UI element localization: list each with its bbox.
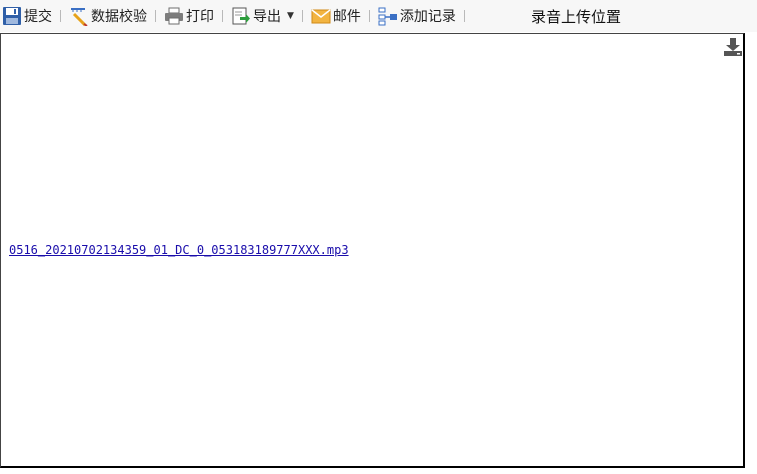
print-button[interactable]: 打印 bbox=[164, 3, 214, 29]
chevron-down-icon: ▼ bbox=[287, 11, 294, 21]
toolbar-divider bbox=[368, 10, 370, 22]
print-label: 打印 bbox=[186, 9, 214, 25]
export-label: 导出 bbox=[253, 9, 281, 25]
upload-location-title: 录音上传位置 bbox=[531, 8, 622, 26]
page: 提交 数据校验 打印 导出 ▼ 邮件 添加记录 录音上传位置 0516_2021… bbox=[0, 0, 757, 474]
save-icon bbox=[3, 7, 21, 25]
toolbar-divider bbox=[301, 10, 303, 22]
add-record-button[interactable]: 添加记录 bbox=[378, 3, 456, 29]
mail-button[interactable]: 邮件 bbox=[311, 3, 361, 29]
toolbar: 提交 数据校验 打印 导出 ▼ 邮件 添加记录 录音上传位置 bbox=[0, 0, 757, 32]
recording-upload-frame: 0516_20210702134359_01_DC_0_053183189777… bbox=[0, 33, 745, 468]
export-button[interactable]: 导出 ▼ bbox=[231, 3, 294, 29]
add-record-label: 添加记录 bbox=[399, 9, 456, 25]
export-icon bbox=[232, 7, 250, 25]
recording-file-link[interactable]: 0516_20210702134359_01_DC_0_053183189777… bbox=[9, 243, 349, 257]
toolbar-divider bbox=[463, 10, 465, 22]
submit-label: 提交 bbox=[24, 9, 52, 25]
download-icon[interactable] bbox=[723, 37, 743, 57]
toolbar-divider bbox=[155, 10, 156, 22]
printer-icon bbox=[165, 7, 183, 25]
validate-button[interactable]: 数据校验 bbox=[69, 3, 147, 29]
ruler-pencil-icon bbox=[71, 8, 88, 26]
validate-label: 数据校验 bbox=[91, 9, 147, 25]
add-record-icon bbox=[378, 7, 397, 26]
mail-label: 邮件 bbox=[332, 9, 361, 25]
submit-button[interactable]: 提交 bbox=[2, 3, 52, 29]
toolbar-divider bbox=[222, 10, 223, 22]
toolbar-divider bbox=[60, 10, 61, 22]
mail-icon bbox=[311, 9, 331, 24]
